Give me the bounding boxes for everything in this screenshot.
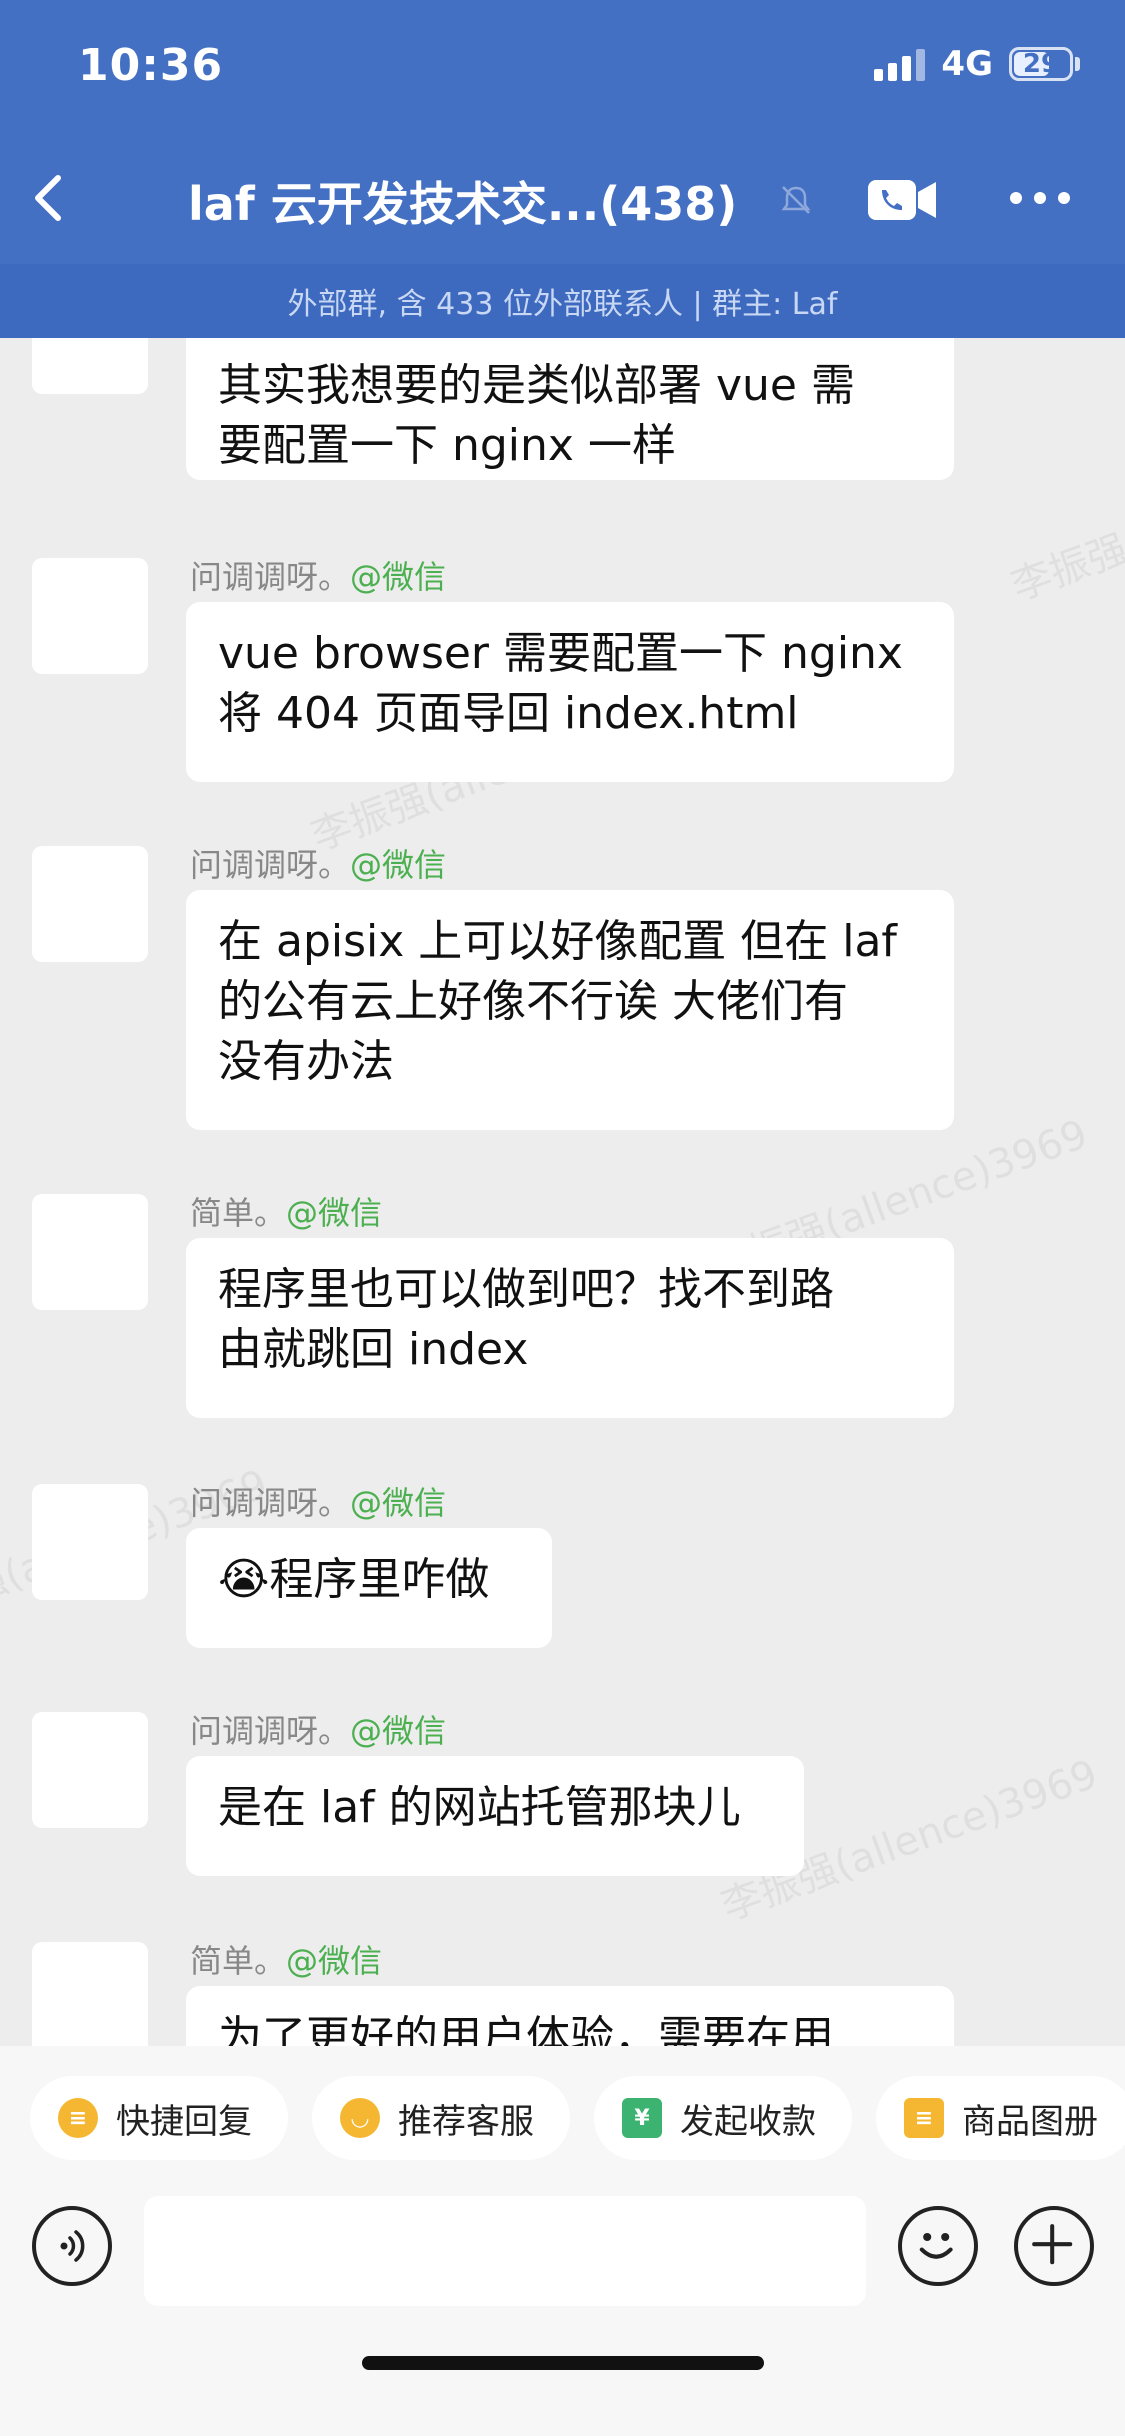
sender-name: 简单。@微信: [190, 1194, 383, 1232]
quick-action-row: ≡ 快捷回复 ◡ 推荐客服 ¥ 发起收款 ≡ 商品图册: [30, 2076, 1125, 2160]
message-bubble[interactable]: 是在 laf 的网站托管那块儿: [186, 1756, 804, 1876]
message-line: vue browser 需要配置一下 nginx: [218, 628, 903, 679]
sender-source: @微信: [350, 846, 447, 884]
home-indicator[interactable]: [362, 2356, 764, 2370]
chip-label: 商品图册: [962, 2101, 1098, 2142]
bottom-input-panel: ≡ 快捷回复 ◡ 推荐客服 ¥ 发起收款 ≡ 商品图册: [0, 2046, 1125, 2436]
chip-label: 推荐客服: [398, 2101, 534, 2142]
mute-bell-icon: [781, 186, 811, 214]
message-line: 是在 laf 的网站托管那块儿: [218, 1782, 741, 1833]
message-input[interactable]: [144, 2196, 866, 2306]
start-payment-button[interactable]: ¥ 发起收款: [594, 2076, 852, 2160]
input-row: [0, 2196, 1125, 2316]
message-bubble[interactable]: 其实我想要的是类似部署 vue 需 要配置一下 nginx 一样: [186, 338, 954, 480]
chat-message-list[interactable]: 李振强(allence)3969 李振强(allence)3969 李振强(al…: [0, 338, 1125, 2046]
emoji-icon[interactable]: [898, 2206, 978, 2286]
signal-icon: [874, 47, 926, 81]
status-time: 10:36: [78, 40, 224, 91]
quick-reply-icon: ≡: [58, 2098, 98, 2138]
sender-name: 问调调呀。@微信: [190, 846, 447, 884]
sender-source: @微信: [350, 1712, 447, 1750]
status-indicators: 4G 29: [874, 44, 1080, 84]
cat-avatar[interactable]: [32, 338, 148, 394]
message-line: 要配置一下 nginx 一样: [218, 420, 676, 471]
plus-icon[interactable]: [1014, 2206, 1094, 2286]
message-line: 没有办法: [218, 1036, 394, 1087]
sender-name: 简单。@微信: [190, 1942, 383, 1980]
watermark: 李振强(allence)3969: [1005, 431, 1125, 611]
message-bubble[interactable]: 😭程序里咋做: [186, 1528, 552, 1648]
payment-icon: ¥: [622, 2098, 662, 2138]
service-icon: ◡: [340, 2098, 380, 2138]
sender-name: 问调调呀。@微信: [190, 558, 447, 596]
video-call-icon[interactable]: [866, 176, 938, 224]
cat-avatar[interactable]: [32, 1484, 148, 1600]
message-line: 其实我想要的是类似部署 vue 需: [218, 360, 855, 411]
sender-source: @微信: [350, 1484, 447, 1522]
message-bubble[interactable]: 在 apisix 上可以好像配置 但在 laf 的公有云上好像不行诶 大佬们有 …: [186, 890, 954, 1130]
cat-avatar[interactable]: [32, 846, 148, 962]
more-options-icon[interactable]: [1010, 192, 1070, 204]
catalog-icon: ≡: [904, 2098, 944, 2138]
quick-reply-button[interactable]: ≡ 快捷回复: [30, 2076, 288, 2160]
robot-avatar[interactable]: [32, 1194, 148, 1310]
sender-source: @微信: [286, 1942, 383, 1980]
message-line: 将 404 页面导回 index.html: [218, 688, 799, 739]
battery-level: 29: [1022, 49, 1060, 79]
message-line: 为了更好的用户体验，需要在用: [218, 2012, 834, 2046]
message-line: 由就跳回 index: [218, 1324, 529, 1375]
battery-icon: 29: [1009, 47, 1073, 81]
top-header: 10:36 4G 29 laf 云开发技术交...(438): [0, 0, 1125, 264]
sender-source: @微信: [350, 558, 447, 596]
product-catalog-button[interactable]: ≡ 商品图册: [876, 2076, 1125, 2160]
cat-avatar[interactable]: [32, 558, 148, 674]
cat-avatar[interactable]: [32, 1712, 148, 1828]
recommend-service-button[interactable]: ◡ 推荐客服: [312, 2076, 570, 2160]
sender-name: 问调调呀。@微信: [190, 1484, 447, 1522]
voice-input-icon[interactable]: [32, 2206, 112, 2286]
back-arrow-icon[interactable]: [24, 168, 74, 228]
network-type: 4G: [941, 44, 993, 84]
chip-label: 快捷回复: [116, 2101, 252, 2142]
message-bubble[interactable]: 程序里也可以做到吧？找不到路 由就跳回 index: [186, 1238, 954, 1418]
sender-name: 问调调呀。@微信: [190, 1712, 447, 1750]
message-line: 在 apisix 上可以好像配置 但在 laf: [218, 916, 897, 967]
chat-title[interactable]: laf 云开发技术交...(438): [188, 168, 737, 234]
message-line: 程序里也可以做到吧？找不到路: [218, 1264, 834, 1315]
sender-source: @微信: [286, 1194, 383, 1232]
chip-label: 发起收款: [680, 2101, 816, 2142]
group-info-bar[interactable]: 外部群, 含 433 位外部联系人 | 群主: Laf: [0, 264, 1125, 338]
message-bubble[interactable]: 为了更好的用户体验，需要在用: [186, 1986, 954, 2046]
message-line: 的公有云上好像不行诶 大佬们有: [218, 976, 848, 1027]
robot-avatar[interactable]: [32, 1942, 148, 2046]
message-line: 😭程序里咋做: [218, 1554, 490, 1605]
message-bubble[interactable]: vue browser 需要配置一下 nginx 将 404 页面导回 inde…: [186, 602, 954, 782]
